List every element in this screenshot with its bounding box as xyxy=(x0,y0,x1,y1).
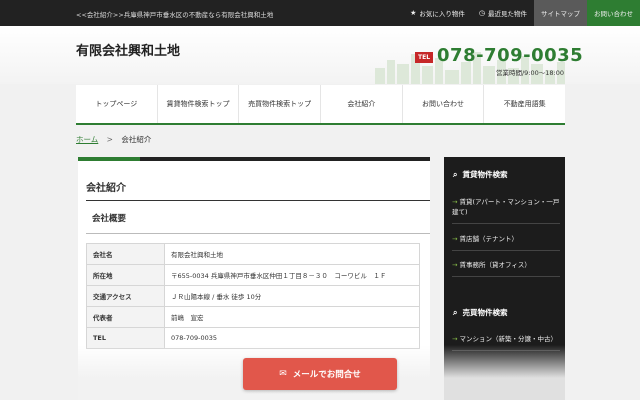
sidebar-item-label: マンション（新築・分譲・中古） xyxy=(459,335,557,343)
sitemap-link[interactable]: サイトマップ xyxy=(534,0,587,26)
sidebar-item-rental-office[interactable]: → 賃事務所（貸オフィス） xyxy=(452,260,560,277)
arrow-right-icon: → xyxy=(452,235,458,243)
star-icon: ★ xyxy=(410,9,417,17)
arrow-right-icon: → xyxy=(452,198,458,206)
tel-badge: TEL xyxy=(415,51,434,63)
rental-search-heading: ⌕ 賃貸物件検索 xyxy=(453,169,507,180)
sidebar-item-rental-residential[interactable]: → 賃貸(アパート・マンション・一戸建て) xyxy=(452,197,560,224)
table-row: 代表者 前嶋 宣宏 xyxy=(86,306,420,328)
title-divider xyxy=(86,200,430,201)
contact-link[interactable]: お問い合わせ xyxy=(587,0,640,26)
breadcrumb-current: 会社紹介 xyxy=(121,135,152,144)
sidebar-item-rental-store[interactable]: → 賃店舗（テナント） xyxy=(452,234,560,251)
breadcrumb-home[interactable]: ホーム xyxy=(76,135,98,144)
row-value: 有限会社興和土地 xyxy=(164,243,420,265)
section-divider xyxy=(86,233,430,234)
clock-icon: ◷ xyxy=(478,9,485,17)
favorites-link-label: お気に入り物件 xyxy=(419,10,465,18)
sidebar-item-label: 賃店舗（テナント） xyxy=(459,235,518,243)
heading-accent-bar xyxy=(78,157,430,161)
arrow-right-icon: → xyxy=(452,261,458,269)
recently-viewed-link[interactable]: ◷ 最近見た物件 xyxy=(472,0,534,26)
nav-sale-search[interactable]: 売買物件検索トップ xyxy=(238,85,320,123)
top-links: ★ お気に入り物件 ◷ 最近見た物件 サイトマップ お問い合わせ xyxy=(403,0,640,26)
arrow-right-icon: → xyxy=(452,335,458,343)
search-icon: ⌕ xyxy=(453,307,458,317)
page-title: 会社紹介 xyxy=(86,183,126,194)
global-nav: トップページ 賃貸物件検索トップ 売買物件検索トップ 会社紹介 お問い合わせ 不… xyxy=(76,85,565,125)
row-key: 会社名 xyxy=(86,243,165,265)
sale-search-heading: ⌕ 売買物件検索 xyxy=(453,307,507,318)
phone-number[interactable]: 078-709-0035 xyxy=(437,45,583,66)
top-bar: <<会社紹介>>兵庫県神戸市垂水区の不動産なら有限会社興和土地 ★ お気に入り物… xyxy=(0,0,640,26)
breadcrumb: ホーム > 会社紹介 xyxy=(76,134,151,145)
row-key: 交通アクセス xyxy=(86,285,165,307)
nav-contact[interactable]: お問い合わせ xyxy=(401,85,484,123)
sitemap-link-label: サイトマップ xyxy=(541,10,580,18)
mail-inquiry-button-label: メールでお問合せ xyxy=(292,370,361,380)
section-title: 会社概要 xyxy=(92,214,127,224)
table-row: 会社名 有限会社興和土地 xyxy=(86,243,420,265)
table-row: 所在地 〒655-0034 兵庫県神戸市垂水区仲田１丁目８－３０ コーワビル １… xyxy=(86,264,420,286)
contact-link-label: お問い合わせ xyxy=(594,10,633,18)
row-value: ＪＲ山陽本線 / 垂水 徒歩 10分 xyxy=(164,285,420,307)
table-row: 交通アクセス ＪＲ山陽本線 / 垂水 徒歩 10分 xyxy=(86,285,420,307)
sidebar-item-label: 賃事務所（貸オフィス） xyxy=(459,261,531,269)
company-logo[interactable]: 有限会社興和土地 xyxy=(76,40,180,59)
business-hours: 営業時間/9:00～18:00 xyxy=(495,69,564,77)
recently-viewed-link-label: 最近見た物件 xyxy=(488,10,527,18)
search-icon: ⌕ xyxy=(453,169,458,179)
nav-rental-search[interactable]: 賃貸物件検索トップ xyxy=(156,85,239,123)
row-key: 代表者 xyxy=(86,306,165,328)
breadcrumb-separator: > xyxy=(106,135,113,144)
row-value: 〒655-0034 兵庫県神戸市垂水区仲田１丁目８－３０ コーワビル １Ｆ xyxy=(164,264,420,286)
sidebar-item-label: 賃貸(アパート・マンション・一戸建て) xyxy=(452,198,560,216)
company-info-table: 会社名 有限会社興和土地 所在地 〒655-0034 兵庫県神戸市垂水区仲田１丁… xyxy=(86,243,420,349)
sale-search-heading-label: 売買物件検索 xyxy=(462,308,508,317)
mail-inquiry-button[interactable]: ✉ メールでお問合せ xyxy=(243,358,397,390)
row-value: 前嶋 宣宏 xyxy=(164,306,420,328)
nav-company[interactable]: 会社紹介 xyxy=(320,85,402,123)
site-tagline: <<会社紹介>>兵庫県神戸市垂水区の不動産なら有限会社興和土地 xyxy=(76,11,274,19)
row-key: 所在地 xyxy=(86,264,165,286)
rental-search-heading-label: 賃貸物件検索 xyxy=(462,170,508,179)
favorites-link[interactable]: ★ お気に入り物件 xyxy=(403,0,472,26)
phone-block: TEL 078-709-0035 xyxy=(415,45,583,66)
mail-icon: ✉ xyxy=(279,369,287,379)
nav-top-page[interactable]: トップページ xyxy=(76,85,157,123)
nav-glossary[interactable]: 不動産用語集 xyxy=(483,85,565,123)
